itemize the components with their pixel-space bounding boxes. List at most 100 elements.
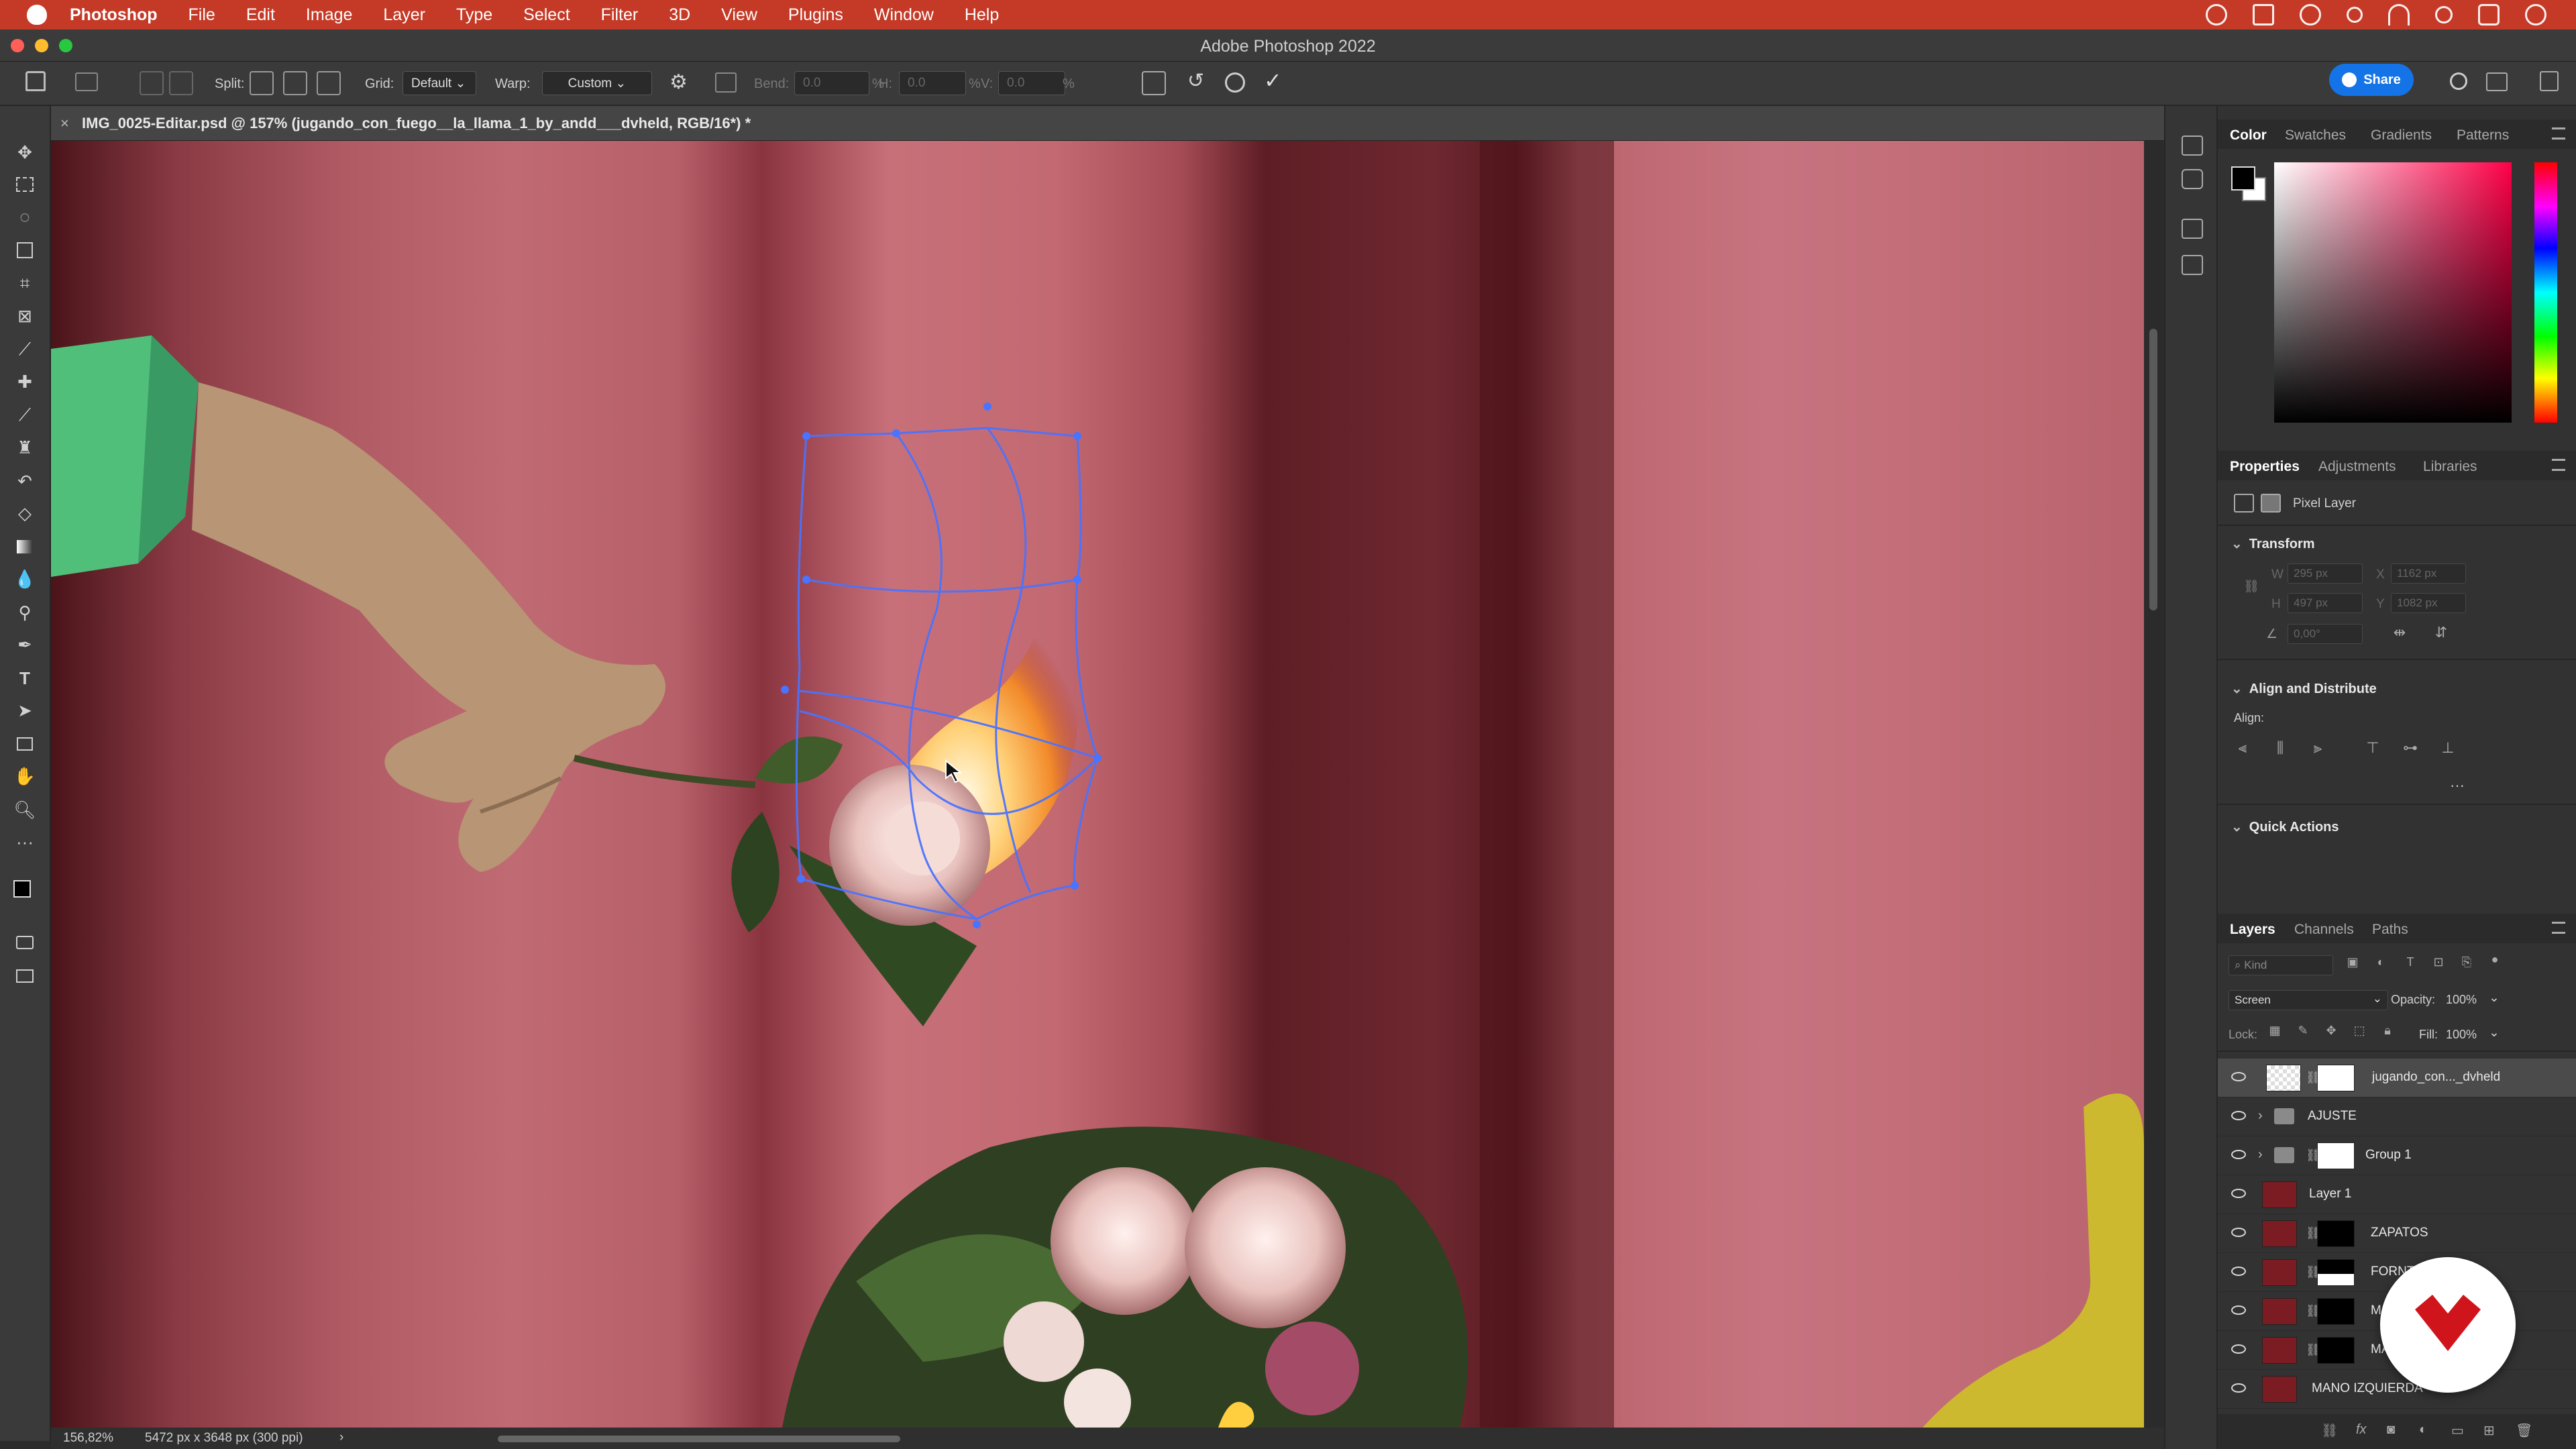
- bend-field[interactable]: 0.0: [794, 71, 869, 95]
- new-group-icon[interactable]: ▭: [2451, 1422, 2464, 1439]
- reset-warp-icon[interactable]: ↺: [1187, 71, 1204, 91]
- vertical-scrollbar[interactable]: [2144, 141, 2164, 1428]
- expand-group-icon[interactable]: ›: [2258, 1147, 2263, 1163]
- properties-panel-menu-icon[interactable]: [2552, 459, 2565, 471]
- commit-transform-icon[interactable]: ✓: [1264, 70, 1282, 91]
- visibility-eye-icon[interactable]: [2231, 1111, 2246, 1120]
- color-panel-menu-icon[interactable]: [2552, 127, 2565, 140]
- menu-select[interactable]: Select: [523, 5, 570, 25]
- visibility-eye-icon[interactable]: [2231, 1267, 2246, 1276]
- lock-all-icon[interactable]: 🔒︎: [2377, 1024, 2398, 1044]
- tab-color[interactable]: Color: [2230, 127, 2267, 144]
- menu-help[interactable]: Help: [965, 5, 999, 25]
- tab-swatches[interactable]: Swatches: [2285, 127, 2346, 144]
- share-export-icon[interactable]: [2540, 71, 2559, 91]
- angle-field[interactable]: 0,00°: [2288, 624, 2363, 644]
- tab-properties[interactable]: Properties: [2230, 459, 2300, 475]
- menu-type[interactable]: Type: [456, 5, 492, 25]
- zoom-level[interactable]: 156,82%: [63, 1431, 113, 1446]
- visibility-eye-icon[interactable]: [2231, 1305, 2246, 1315]
- lock-artboard-icon[interactable]: ⬚: [2349, 1024, 2369, 1044]
- x-field[interactable]: 1162 px: [2391, 564, 2466, 584]
- tab-libraries[interactable]: Libraries: [2423, 459, 2477, 475]
- flip-horizontal-icon[interactable]: ⇹: [2390, 624, 2410, 644]
- link-dimensions-icon[interactable]: ⛓: [2243, 578, 2259, 594]
- vertical-scroll-thumb[interactable]: [2149, 329, 2157, 610]
- search-icon[interactable]: [2450, 72, 2467, 90]
- tab-channels[interactable]: Channels: [2294, 922, 2354, 938]
- visibility-eye-icon[interactable]: [2231, 1150, 2246, 1159]
- healing-brush-tool-icon[interactable]: ✚: [12, 370, 38, 393]
- status-menu-arrow[interactable]: ›: [339, 1430, 343, 1445]
- blend-mode-select[interactable]: Screen ⌄: [2229, 990, 2388, 1010]
- layer-mask-thumbnail[interactable]: [2317, 1065, 2355, 1091]
- workspace-icon[interactable]: [2486, 72, 2508, 91]
- layer-row[interactable]: ⛓ ZAPATOS: [2218, 1214, 2576, 1253]
- v-field[interactable]: 0.0: [998, 71, 1065, 95]
- layer-mask-thumbnail[interactable]: [2317, 1142, 2355, 1169]
- delete-layer-icon[interactable]: 🗑︎: [2516, 1422, 2532, 1439]
- history-icon[interactable]: [2182, 136, 2203, 156]
- opacity-chevron-icon[interactable]: ⌄: [2489, 990, 2500, 1006]
- split-horizontal-button[interactable]: [317, 71, 341, 95]
- width-field[interactable]: 295 px: [2288, 564, 2363, 584]
- y-field[interactable]: 1082 px: [2391, 593, 2466, 613]
- search-icon[interactable]: [2435, 6, 2453, 23]
- object-selection-tool-icon[interactable]: [12, 239, 38, 262]
- menu-filter[interactable]: Filter: [601, 5, 639, 25]
- screen-mode-icon[interactable]: [12, 965, 38, 987]
- brushes-icon[interactable]: [2182, 219, 2203, 239]
- clone-stamp-tool-icon[interactable]: ♜: [12, 436, 38, 459]
- home-icon[interactable]: [25, 71, 46, 91]
- marquee-tool-icon[interactable]: [12, 173, 38, 196]
- horizontal-scroll-thumb[interactable]: [498, 1436, 900, 1442]
- tool-preset-icon[interactable]: [75, 72, 98, 91]
- menu-window[interactable]: Window: [874, 5, 934, 25]
- clock-icon[interactable]: [2525, 4, 2546, 25]
- lock-image-icon[interactable]: ✎: [2293, 1024, 2313, 1044]
- menu-edit[interactable]: Edit: [246, 5, 275, 25]
- document-tab[interactable]: × IMG_0025-Editar.psd @ 157% (jugando_co…: [51, 106, 2164, 141]
- split-vertical-button[interactable]: [283, 71, 307, 95]
- lasso-tool-icon[interactable]: ◌: [12, 205, 38, 228]
- eyedropper-tool-icon[interactable]: ⟋: [12, 338, 38, 361]
- layer-mask-thumbnail[interactable]: [2317, 1259, 2355, 1286]
- tab-patterns[interactable]: Patterns: [2457, 127, 2509, 144]
- close-document-icon[interactable]: ×: [60, 115, 69, 132]
- reference-point-icon[interactable]: [140, 71, 164, 95]
- menu-view[interactable]: View: [721, 5, 757, 25]
- layer-style-icon[interactable]: fx: [2356, 1422, 2367, 1438]
- brush-tool-icon[interactable]: ⟋: [12, 404, 38, 427]
- layer-row[interactable]: › ⛓ Group 1: [2218, 1136, 2576, 1175]
- comments-icon[interactable]: [2182, 169, 2203, 189]
- type-tool-icon[interactable]: T: [12, 667, 38, 690]
- hue-slider[interactable]: [2534, 162, 2557, 423]
- layer-mask-thumbnail[interactable]: [2317, 1298, 2355, 1325]
- menu-file[interactable]: File: [189, 5, 215, 25]
- filter-shape-icon[interactable]: ⊡: [2428, 955, 2449, 975]
- new-layer-icon[interactable]: ⊞: [2483, 1422, 2495, 1439]
- menu-3d[interactable]: 3D: [669, 5, 690, 25]
- layer-row[interactable]: › AJUSTE: [2218, 1097, 2576, 1136]
- color-picker-field[interactable]: [2274, 162, 2512, 423]
- foreground-color-chip[interactable]: [2231, 166, 2255, 191]
- wifi-icon[interactable]: [2388, 4, 2410, 25]
- grid-select[interactable]: Default ⌄: [402, 71, 476, 95]
- dodge-tool-icon[interactable]: ⚲: [12, 601, 38, 624]
- menu-plugins[interactable]: Plugins: [788, 5, 843, 25]
- eraser-tool-icon[interactable]: ◇: [12, 502, 38, 525]
- split-cross-button[interactable]: [250, 71, 274, 95]
- tab-gradients[interactable]: Gradients: [2371, 127, 2432, 144]
- adjustments-icon[interactable]: [2182, 255, 2203, 275]
- menu-app-photoshop[interactable]: Photoshop: [70, 5, 158, 25]
- visibility-eye-icon[interactable]: [2231, 1189, 2246, 1198]
- color-swatches-icon[interactable]: [12, 877, 39, 911]
- tab-paths[interactable]: Paths: [2372, 922, 2408, 938]
- layer-row[interactable]: Layer 1: [2218, 1175, 2576, 1214]
- layer-row[interactable]: ⛓ jugando_con..._dvheld: [2218, 1059, 2576, 1097]
- filter-smart-object-icon[interactable]: ⎘: [2457, 955, 2477, 975]
- creative-cloud-icon[interactable]: [2206, 4, 2227, 25]
- filter-adjustment-icon[interactable]: ◐: [2371, 955, 2391, 975]
- sync-icon[interactable]: [2300, 4, 2321, 25]
- puppet-warp-switch-icon[interactable]: [1142, 71, 1166, 95]
